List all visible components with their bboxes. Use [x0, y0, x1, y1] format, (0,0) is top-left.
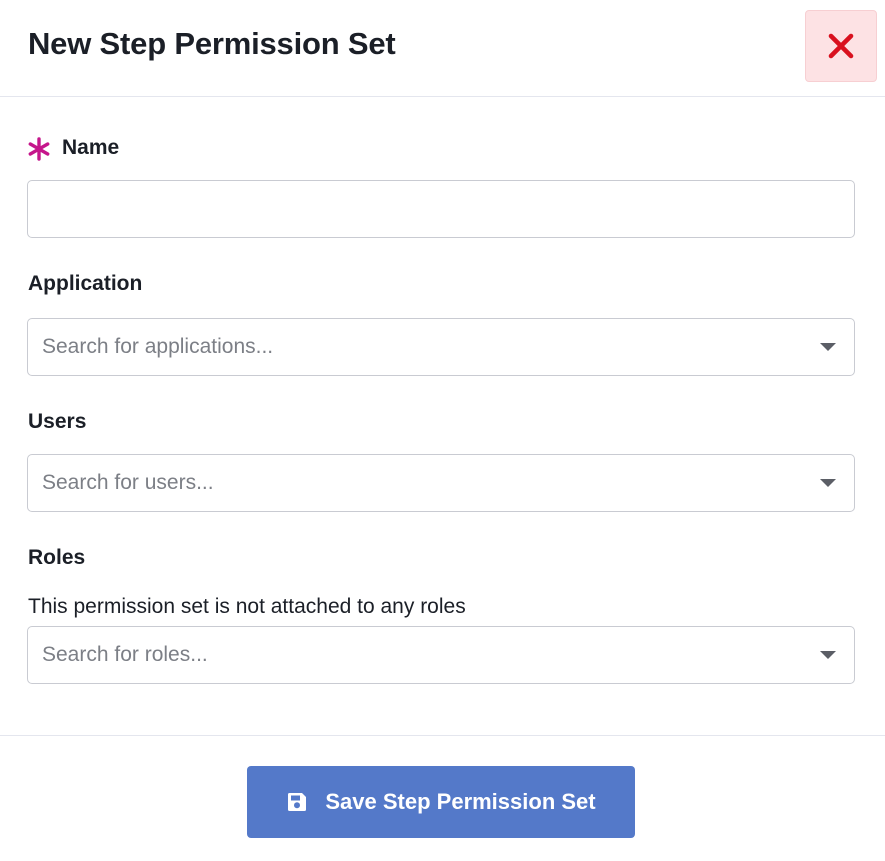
new-step-permission-set-modal: New Step Permission Set Name Application…	[0, 0, 885, 861]
name-label: Name	[62, 136, 120, 159]
users-search-input[interactable]	[28, 455, 854, 511]
name-input[interactable]	[28, 181, 854, 237]
users-label: Users	[28, 410, 87, 433]
save-button-label: Save Step Permission Set	[325, 789, 596, 814]
asterisk-icon	[28, 137, 50, 161]
name-field[interactable]	[27, 180, 855, 238]
modal-header: New Step Permission Set	[0, 0, 885, 97]
chevron-down-icon[interactable]	[820, 479, 836, 487]
floppy-disk-icon	[286, 791, 308, 813]
save-step-permission-set-button[interactable]: Save Step Permission Set	[247, 766, 635, 838]
application-search-input[interactable]	[28, 319, 854, 375]
application-select[interactable]	[27, 318, 855, 376]
roles-label: Roles	[28, 546, 86, 569]
roles-search-input[interactable]	[28, 627, 854, 683]
chevron-down-icon[interactable]	[820, 343, 836, 351]
roles-select[interactable]	[27, 626, 855, 684]
roles-helper-text: This permission set is not attached to a…	[28, 595, 466, 618]
close-button[interactable]	[805, 10, 877, 82]
close-icon	[828, 33, 854, 59]
application-label: Application	[28, 272, 143, 295]
modal-title: New Step Permission Set	[28, 26, 396, 61]
users-select[interactable]	[27, 454, 855, 512]
chevron-down-icon[interactable]	[820, 651, 836, 659]
